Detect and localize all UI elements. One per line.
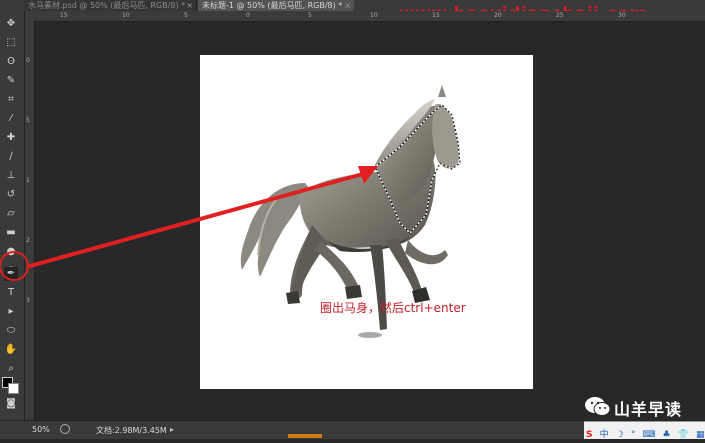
ime-logo-icon[interactable]: S: [586, 427, 592, 443]
brand-name: 山羊早读: [614, 400, 683, 419]
punctuation-toggle[interactable]: °: [631, 427, 636, 443]
grid-icon[interactable]: ▦: [696, 427, 705, 443]
highlight-circle: [0, 251, 29, 281]
moon-icon[interactable]: ☽: [616, 427, 624, 443]
wechat-icon: [585, 397, 611, 416]
ime-toolbar: S 中 ☽ ° ⌨ ♣ 👕 ▦: [584, 421, 705, 440]
keyboard-icon[interactable]: ⌨: [642, 427, 655, 443]
progress-indicator: [288, 434, 322, 438]
pointer-arrow: [28, 170, 372, 268]
status-menu-arrow-icon[interactable]: ▸: [170, 425, 174, 434]
instruction-annotation: 圈出马身，然后ctrl+enter: [320, 301, 466, 315]
document-size-info: 文档:2.98M/3.45M: [96, 426, 167, 435]
status-info-icon[interactable]: [60, 424, 70, 434]
skin-icon[interactable]: ♣: [663, 427, 671, 443]
arrow-head-icon: [358, 166, 378, 184]
shirt-icon[interactable]: 👕: [678, 427, 689, 443]
ime-lang-toggle[interactable]: 中: [600, 427, 609, 443]
zoom-level[interactable]: 50%: [32, 425, 50, 434]
annotation-overlay: [0, 166, 378, 281]
